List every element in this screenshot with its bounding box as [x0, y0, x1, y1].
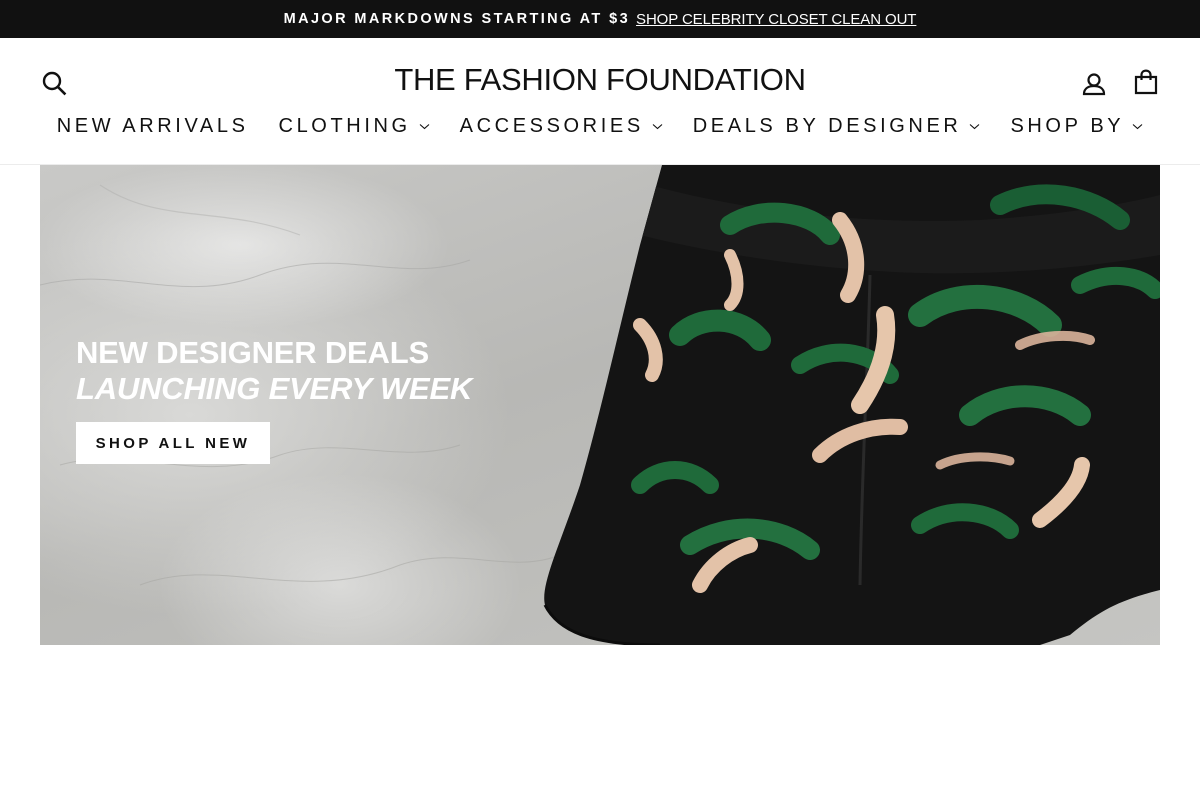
search-icon	[42, 71, 67, 96]
nav-item-deals-by-designer[interactable]: DEALS BY DESIGNER	[693, 115, 981, 138]
cart-button[interactable]	[1131, 67, 1161, 97]
shop-all-new-button[interactable]: SHOP ALL NEW	[76, 422, 270, 464]
chevron-down-icon	[1132, 123, 1143, 130]
hero-subtitle: LAUNCHING EVERY WEEK	[76, 371, 473, 406]
chevron-down-icon	[969, 123, 980, 130]
hero-text: NEW DESIGNER DEALS LAUNCHING EVERY WEEK	[76, 335, 472, 407]
nav-item-label: DEALS BY DESIGNER	[692, 114, 962, 137]
chevron-down-icon	[419, 123, 430, 130]
hero-banner[interactable]: NEW DESIGNER DEALS LAUNCHING EVERY WEEK …	[40, 165, 1160, 645]
account-button[interactable]	[1079, 69, 1109, 99]
nav-item-label: SHOP BY	[1010, 114, 1125, 137]
search-button[interactable]	[39, 68, 69, 98]
nav-item-accessories[interactable]: ACCESSORIES	[460, 115, 663, 138]
chevron-down-icon	[652, 123, 663, 130]
nav-item-shop-by[interactable]: SHOP BY	[1010, 115, 1143, 138]
site-logo[interactable]: THE FASHION FOUNDATION	[300, 62, 900, 98]
site-header: THE FASHION FOUNDATION NEW ARRIVALS CLOT…	[0, 38, 1200, 165]
main-nav: NEW ARRIVALS CLOTHING ACCESSORIES DEALS …	[0, 112, 1200, 140]
announcement-message: MAJOR MARKDOWNS STARTING AT $3	[283, 11, 631, 27]
nav-item-clothing[interactable]: CLOTHING	[279, 115, 430, 138]
nav-item-new-arrivals[interactable]: NEW ARRIVALS	[57, 115, 249, 138]
nav-item-label: CLOTHING	[278, 114, 411, 137]
account-icon	[1082, 73, 1106, 96]
announcement-bar: MAJOR MARKDOWNS STARTING AT $3 SHOP CELE…	[0, 0, 1200, 38]
announcement-link[interactable]: SHOP CELEBRITY CLOSET CLEAN OUT	[636, 11, 916, 28]
hero-title: NEW DESIGNER DEALS	[76, 335, 429, 370]
nav-item-label: ACCESSORIES	[459, 114, 644, 137]
nav-item-label: NEW ARRIVALS	[56, 114, 249, 137]
cart-icon	[1134, 69, 1158, 95]
